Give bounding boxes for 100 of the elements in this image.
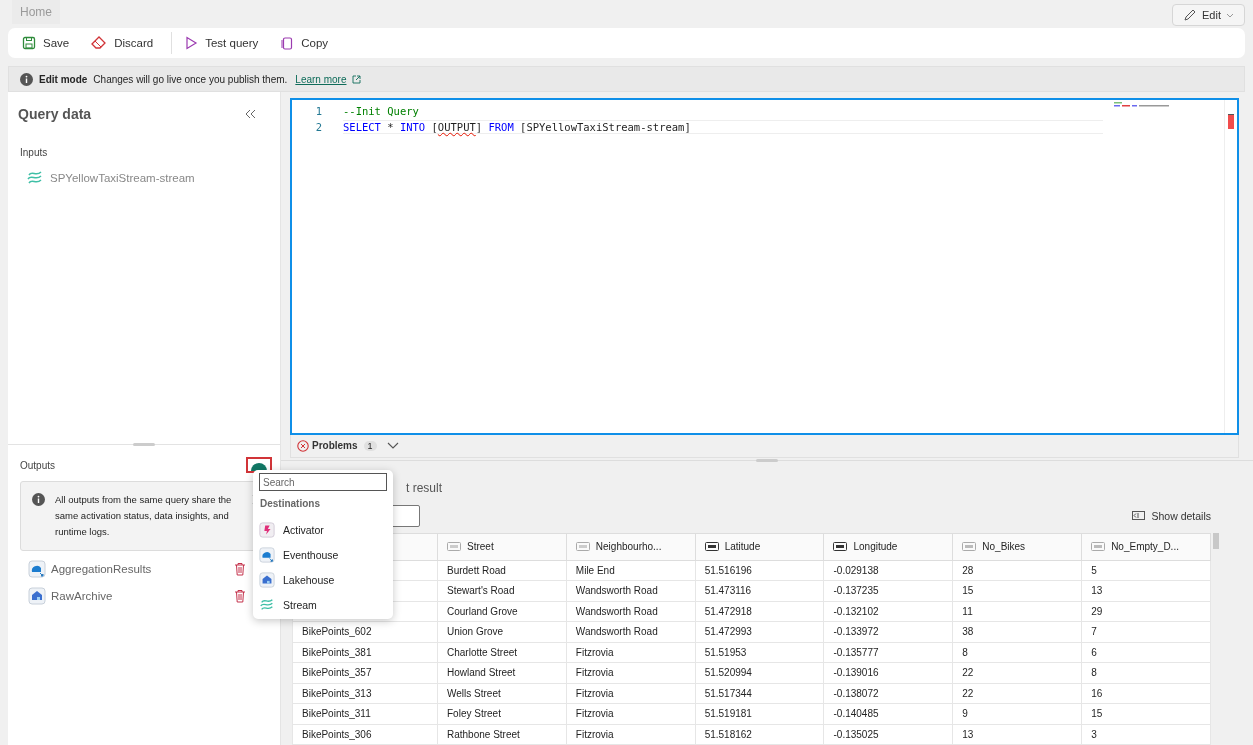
table-cell: Courland Grove	[437, 601, 567, 622]
activator-icon	[259, 521, 275, 538]
table-cell: BikePoints_381	[292, 642, 438, 663]
table-cell: -0.138072	[824, 683, 953, 704]
error-icon	[297, 439, 309, 452]
table-cell: Wandsworth Road	[566, 580, 696, 601]
problems-tab[interactable]: Problems	[297, 439, 358, 452]
integer-type-icon	[962, 541, 977, 551]
problem-count: 1	[363, 440, 377, 451]
table-cell: -0.140485	[824, 703, 953, 724]
add-output-button[interactable]	[246, 457, 272, 473]
table-cell: Charlotte Street	[437, 642, 567, 663]
table-cell: BikePoints_357	[292, 662, 438, 683]
column-header[interactable]: No_Empty_D...	[1081, 533, 1211, 560]
column-header[interactable]: Street	[437, 533, 567, 560]
output-item[interactable]: RawArchive	[28, 587, 113, 605]
line-number: 2	[314, 121, 322, 133]
delete-icon[interactable]	[234, 589, 246, 603]
play-icon	[184, 36, 199, 50]
discard-button[interactable]: Discard	[91, 32, 162, 54]
code-editor[interactable]: 1 --Init Query 2 SELECT * INTO [OUTPUT] FROM [SPYellowTaxiStream-stream]	[290, 98, 1239, 435]
stream-icon	[259, 596, 275, 613]
table-cell: 22	[952, 683, 1082, 704]
learn-more-link[interactable]: Learn more	[295, 73, 347, 85]
copy-button[interactable]: Copy	[280, 32, 337, 54]
column-header[interactable]: Longitude	[824, 533, 953, 560]
table-cell: Foley Street	[437, 703, 567, 724]
show-details-button[interactable]: Show details	[1132, 509, 1211, 522]
column-header[interactable]: No_Bikes	[952, 533, 1082, 560]
table-cell: Fitzrovia	[566, 703, 696, 724]
menu-item[interactable]: Lakehouse	[259, 567, 387, 592]
table-cell: 5	[1081, 560, 1211, 581]
table-cell: BikePoints_306	[292, 724, 438, 745]
menu-section-label: Destinations	[260, 498, 321, 509]
table-cell: Wandsworth Road	[566, 601, 696, 622]
banner-title: Edit mode	[39, 73, 88, 85]
code-line: --Init Query	[343, 105, 419, 117]
table-cell: 16	[1081, 683, 1211, 704]
menu-item[interactable]: Activator	[259, 517, 387, 542]
table-cell: -0.135777	[824, 642, 953, 663]
outputs-label: Outputs	[20, 459, 56, 471]
table-cell: 51.51953	[695, 642, 824, 663]
table-cell: Stewart's Road	[437, 580, 567, 601]
table-cell: BikePoints_602	[292, 621, 438, 642]
table-cell: BikePoints_311	[292, 703, 438, 724]
table-cell: 51.520994	[695, 662, 824, 683]
output-item[interactable]: AggregationResults	[28, 560, 152, 578]
integer-type-icon	[1091, 541, 1106, 551]
results-title: t result	[406, 480, 443, 495]
table-cell: Fitzrovia	[566, 642, 696, 663]
table-cell: 9	[952, 703, 1082, 724]
eraser-icon	[91, 36, 108, 50]
decimal-type-icon	[833, 541, 848, 551]
lakehouse-icon	[259, 571, 275, 588]
table-cell: 28	[952, 560, 1082, 581]
table-cell: 8	[952, 642, 1082, 663]
edit-button[interactable]: Edit	[1172, 4, 1245, 26]
table-cell: 13	[952, 724, 1082, 745]
save-button[interactable]: Save	[22, 32, 78, 54]
menu-item[interactable]: Eventhouse	[259, 542, 387, 567]
search-field[interactable]: Search	[259, 473, 387, 491]
table-cell: 51.517344	[695, 683, 824, 704]
table-cell: 13	[1081, 580, 1211, 601]
column-header[interactable]: Latitude	[695, 533, 824, 560]
input-item[interactable]: SPYellowTaxiStream-stream	[26, 170, 270, 186]
table-cell: 29	[1081, 601, 1211, 622]
info-icon	[32, 493, 45, 506]
test-button[interactable]: Test query	[184, 32, 267, 54]
copy-icon	[280, 36, 295, 50]
table-cell: Wandsworth Road	[566, 621, 696, 642]
error-marker	[1228, 114, 1234, 129]
table-cell: Fitzrovia	[566, 683, 696, 704]
table-cell: 22	[952, 662, 1082, 683]
chevron-down-icon[interactable]	[386, 441, 399, 450]
banner-message: Changes will go live once you publish them.	[93, 73, 288, 85]
table-cell: 51.472918	[695, 601, 824, 622]
table-cell: -0.135025	[824, 724, 953, 745]
table-cell: 51.518162	[695, 724, 824, 745]
table-cell: BikePoints_313	[292, 683, 438, 704]
table-cell: 6	[1081, 642, 1211, 663]
table-cell: Burdett Road	[437, 560, 567, 581]
lakehouse-icon	[28, 587, 46, 605]
table-cell: 7	[1081, 621, 1211, 642]
collapse-icon[interactable]	[245, 109, 256, 119]
external-link-icon	[352, 74, 362, 84]
table-cell: -0.133972	[824, 621, 953, 642]
stream-icon	[26, 170, 44, 186]
table-cell: -0.132102	[824, 601, 953, 622]
menu-item[interactable]: Stream	[259, 592, 387, 617]
delete-icon[interactable]	[234, 562, 246, 576]
info-icon	[20, 72, 33, 86]
inputs-label: Inputs	[20, 147, 49, 158]
info-message: All outputs from the same query share the same activation status, data insights, and runtime logs.	[55, 493, 233, 539]
column-header[interactable]: Neighbourho...	[566, 533, 696, 560]
panel-icon	[1132, 511, 1146, 520]
table-cell: 15	[1081, 703, 1211, 724]
table-cell: 51.473116	[695, 580, 824, 601]
scrollbar-thumb[interactable]	[1213, 532, 1219, 549]
table-cell: -0.137235	[824, 580, 953, 601]
table-cell: 51.516196	[695, 560, 824, 581]
